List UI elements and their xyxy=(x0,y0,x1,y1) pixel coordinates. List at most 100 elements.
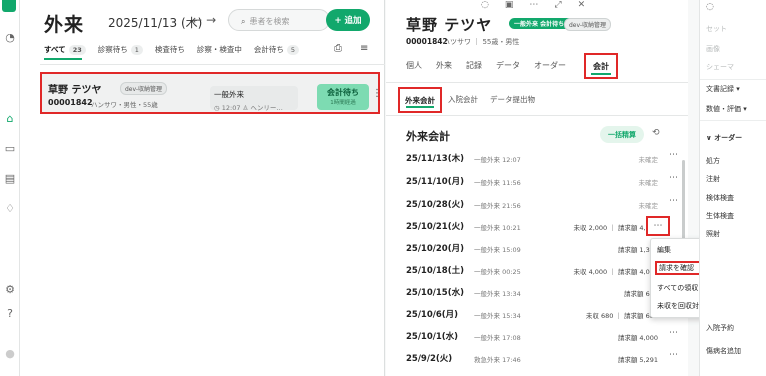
row-amount: 未収 4,000 ｜ 請求額 4,000 xyxy=(573,268,658,276)
patient-name: 草野 テツヤ xyxy=(406,16,493,34)
row-visit: 救急外来 17:46 xyxy=(474,356,521,364)
order-sidebar: ◌ セット 画像 シェーマ 文書記録 ▾ 数値・評価 ▾ ∨ オーダー 処方 注… xyxy=(699,0,766,376)
row-date: 25/10/18(土) xyxy=(406,266,464,276)
tab-outpatient[interactable]: 外来 xyxy=(436,60,452,71)
search-placeholder: 患者を検索 xyxy=(249,17,290,26)
billing-row[interactable]: 25/10/21(火) 一般外来 10:21 未収 2,000 ｜ 請求額 4,00… xyxy=(406,219,662,235)
document-icon[interactable]: ▤ xyxy=(3,171,17,185)
app-logo xyxy=(2,0,16,12)
row-date: 25/9/2(火) xyxy=(406,354,453,364)
filter-tab-all[interactable]: すべて 23 xyxy=(44,44,86,55)
row-visit: 一般外来 10:21 xyxy=(474,224,521,232)
row-more-icon[interactable]: ⋯ xyxy=(669,328,678,338)
tab-count: 1 xyxy=(130,45,143,55)
more-icon[interactable]: ⋯ xyxy=(529,0,538,10)
sidebar-top-icon[interactable]: ◌ xyxy=(706,2,714,12)
date-nav: ←→ xyxy=(192,13,220,27)
sidebar-item-prescription[interactable]: 処方 xyxy=(706,156,720,166)
row-visit: 一般外来 17:08 xyxy=(474,334,521,342)
page-title: 外来 xyxy=(44,14,85,36)
tab-data[interactable]: データ xyxy=(496,60,520,71)
billing-row[interactable]: 25/10/20(月)一般外来 15:09請求額 1,381⋯ xyxy=(406,240,678,257)
left-nav-rail: ◔ ⌂ ▭ ▤ ♢ ⚙ ? ● xyxy=(0,0,20,376)
row-visit: 一般外来 21:56 xyxy=(474,202,521,210)
print-icon[interactable]: ⎙ xyxy=(334,43,342,54)
prev-date-icon[interactable]: ← xyxy=(192,13,206,27)
gear-icon[interactable]: ⚙ xyxy=(3,282,17,296)
tab-records[interactable]: 記録 xyxy=(466,60,482,71)
patient-search-input[interactable]: ⌕ 患者を検索 xyxy=(228,9,330,31)
filter-icon[interactable]: ≡ xyxy=(360,43,368,54)
tab-orders[interactable]: オーダー xyxy=(534,60,566,71)
row-amount: 未確定 xyxy=(638,156,659,164)
patient-card[interactable]: 草野 テツヤ dev-収納管理 00001842 ハンサワ・男性・55歳 一般外… xyxy=(40,72,382,114)
billing-row[interactable]: 25/10/15(水)一般外来 13:34請求額 680⋯ xyxy=(406,284,678,301)
env-badge: dev-収納管理 xyxy=(564,18,612,31)
sidebar-item-add-diagnosis[interactable]: 傷病名追加 xyxy=(706,346,741,356)
expand-icon[interactable]: ⤢ xyxy=(554,0,561,10)
patient-list-pane: 外来 2025/11/13 (木) ←→ ⌕ 患者を検索 + 追加 すべて 23 診… xyxy=(20,0,385,376)
next-date-icon[interactable]: → xyxy=(206,13,220,27)
billing-subtabs: 入院会計 データ提出物 xyxy=(448,94,535,105)
row-more-icon[interactable]: ⋯ xyxy=(669,196,678,206)
tab-count: 5 xyxy=(286,45,300,55)
date-display[interactable]: 2025/11/13 (木) xyxy=(108,14,202,31)
home-icon[interactable]: ⌂ xyxy=(3,111,17,125)
sidebar-item-specimen-test[interactable]: 検体検査 xyxy=(706,193,734,203)
sidebar-item-schema[interactable]: シェーマ xyxy=(706,62,734,72)
sidebar-item-image[interactable]: 画像 xyxy=(706,44,720,54)
window-icon[interactable]: ▣ xyxy=(505,0,514,10)
sidebar-item-admission[interactable]: 入院予約 xyxy=(706,323,734,333)
filter-tab-waiting-test[interactable]: 検査待ち xyxy=(155,44,185,55)
more-icon[interactable]: ⋮ xyxy=(372,88,382,99)
row-more-icon[interactable]: ⋯ xyxy=(669,350,678,360)
billing-row[interactable]: 25/10/18(土) 一般外来 00:25 未収 4,000 ｜ 請求額 4,00… xyxy=(406,262,678,279)
sidebar-item-injection[interactable]: 注射 xyxy=(706,174,720,184)
subtab-inpatient-billing[interactable]: 入院会計 xyxy=(448,94,478,105)
add-patient-button[interactable]: + 追加 xyxy=(326,9,370,31)
sidebar-item-irradiation[interactable]: 照射 xyxy=(706,229,720,239)
sidebar-item-physiological-test[interactable]: 生体検査 xyxy=(706,211,734,221)
billing-row[interactable]: 25/11/10(月) 一般外来 11:56 未確定 ⋯ xyxy=(406,173,678,190)
row-more-icon[interactable]: ⋯ xyxy=(669,150,678,160)
row-visit: 一般外来 12:07 xyxy=(474,156,521,164)
row-date: 25/10/21(火) xyxy=(406,222,464,232)
row-date: 25/10/6(月) xyxy=(406,310,459,320)
sidebar-item-set[interactable]: セット xyxy=(706,24,727,34)
row-amount: 請求額 4,000 xyxy=(617,334,658,342)
filter-tab-in-progress[interactable]: 診察・検査中 xyxy=(197,44,242,55)
menu-item-edit[interactable]: 編集 xyxy=(655,243,671,257)
subtab-data-submission[interactable]: データ提出物 xyxy=(490,94,535,105)
tab-personal[interactable]: 個人 xyxy=(406,60,422,71)
tab-billing[interactable]: 会計 xyxy=(584,53,618,79)
filter-tab-waiting-payment[interactable]: 会計待ち 5 xyxy=(254,44,300,55)
billing-row[interactable]: 25/10/6(月)一般外来 15:34未収 680 ｜ 請求額 680⋯ xyxy=(406,306,678,323)
refresh-icon[interactable]: ◌ xyxy=(481,0,489,10)
row-amount: 未確定 xyxy=(638,202,659,210)
billing-row[interactable]: 25/11/13(木) 一般外来 12:07 未確定 ⋯ xyxy=(406,150,678,167)
history-icon[interactable]: ⟲ xyxy=(652,128,660,138)
sidebar-item-values[interactable]: 数値・評価 ▾ xyxy=(706,104,747,114)
app-window: ◔ ⌂ ▭ ▤ ♢ ⚙ ? ● 外来 2025/11/13 (木) ←→ ⌕ 患者… xyxy=(0,0,766,376)
visit-time: ◷ 12:07 ♙ ヘンリー… xyxy=(214,104,283,112)
bell-icon[interactable]: ♢ xyxy=(3,201,17,215)
sidebar-section-orders[interactable]: ∨ オーダー xyxy=(706,133,742,143)
row-amount: 未確定 xyxy=(638,179,659,187)
subtab-outpatient-billing[interactable]: 外来会計 xyxy=(398,87,442,113)
avatar[interactable]: ● xyxy=(3,346,17,360)
search-icon: ⌕ xyxy=(241,17,246,26)
bulk-settle-button[interactable]: 一括精算 xyxy=(600,126,644,143)
people-icon[interactable]: ◔ xyxy=(3,30,17,44)
billing-row[interactable]: 25/10/28(火) 一般外来 21:56 未確定 ⋯ xyxy=(406,196,678,213)
billing-row[interactable]: 25/9/2(火) 救急外来 17:46 請求額 5,291 ⋯ xyxy=(406,350,678,367)
bed-icon[interactable]: ▭ xyxy=(3,141,17,155)
close-icon[interactable]: ✕ xyxy=(578,0,586,10)
help-icon[interactable]: ? xyxy=(3,306,17,320)
status-badge[interactable]: 会計待ち 1時間経過 xyxy=(317,84,369,110)
sidebar-item-documents[interactable]: 文書記録 ▾ xyxy=(706,84,740,94)
row-more-icon[interactable]: ⋯ xyxy=(669,173,678,183)
divider xyxy=(40,64,385,65)
filter-tab-waiting-exam[interactable]: 診察待ち 1 xyxy=(98,44,143,55)
billing-row[interactable]: 25/10/1(水) 一般外来 17:08 請求額 4,000 ⋯ xyxy=(406,328,678,345)
row-more-button[interactable]: ⋯ xyxy=(646,216,670,236)
